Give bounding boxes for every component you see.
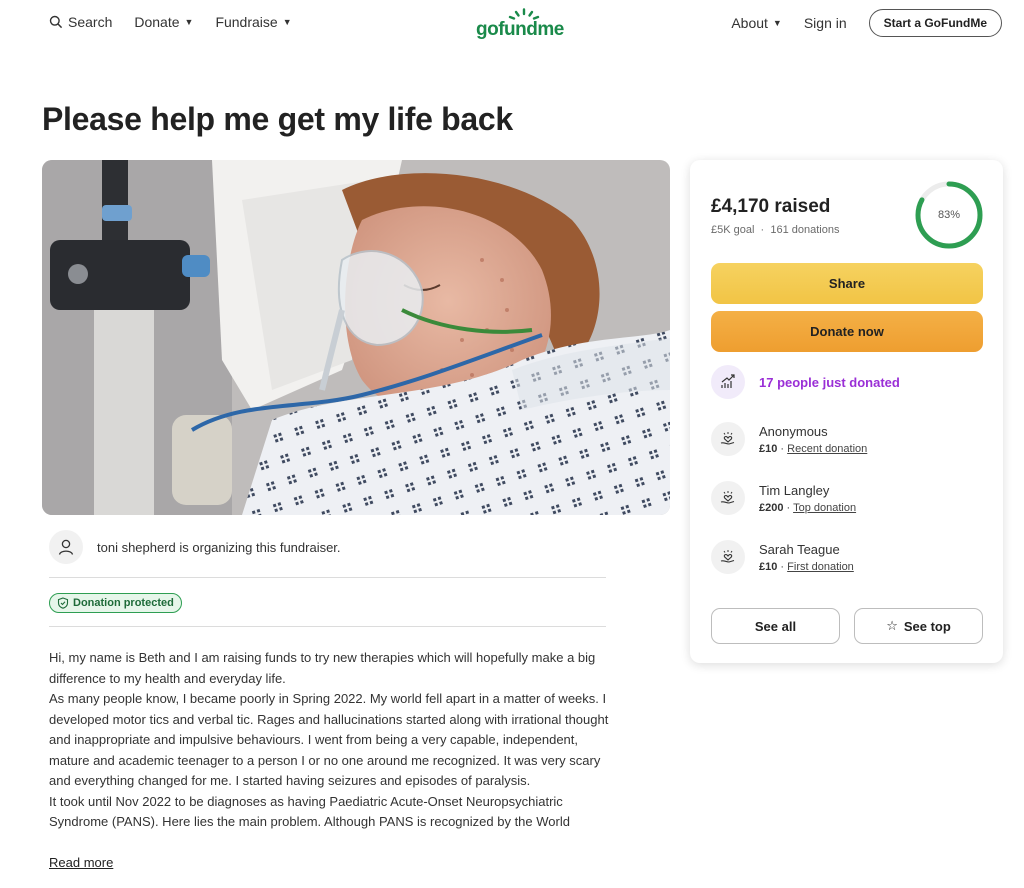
amount-raised: £4,170 raised	[711, 196, 831, 217]
donor-name: Sarah Teague	[759, 541, 840, 557]
donor-tag-link[interactable]: Recent donation	[787, 443, 867, 455]
story-paragraph: As many people know, I became poorly in …	[49, 691, 609, 788]
fundraise-menu-label: Fundraise	[215, 14, 278, 30]
sign-in-label: Sign in	[803, 15, 847, 31]
divider	[49, 577, 606, 578]
shield-icon	[57, 597, 69, 609]
avatar	[49, 530, 83, 564]
donation-card: £4,170 raised £5K goal · 161 donations 8…	[690, 160, 1003, 663]
search-link[interactable]: Search	[49, 14, 112, 30]
caret-down-icon: ▼	[772, 18, 782, 28]
sign-in-link[interactable]: Sign in	[804, 15, 847, 31]
donor-item: Anonymous £10 · Recent donation	[711, 422, 867, 456]
see-top-button[interactable]: ☆ See top	[854, 608, 983, 644]
caret-down-icon: ▼	[184, 17, 194, 27]
star-icon: ☆	[886, 618, 898, 633]
story-paragraph: It took until Nov 2022 to be diagnoses a…	[49, 793, 570, 830]
donation-heart-icon	[711, 422, 745, 456]
donation-count: 161 donations	[770, 224, 840, 236]
search-label: Search	[68, 14, 113, 30]
donor-meta: £10 · First donation	[759, 561, 854, 573]
about-menu-label: About	[731, 15, 768, 31]
donor-name: Anonymous	[759, 423, 828, 439]
story-fade-overlay	[49, 828, 609, 854]
donation-heart-icon	[711, 481, 745, 515]
organizer-row: toni shepherd is organizing this fundrai…	[49, 530, 341, 564]
see-all-button[interactable]: See all	[711, 608, 840, 644]
goal-amount: £5K goal	[711, 224, 755, 236]
progress-percent: 83%	[937, 209, 961, 221]
donor-info: Sarah Teague £10 · First donation	[759, 542, 854, 573]
donor-tag-link[interactable]: First donation	[787, 561, 854, 573]
start-gofundme-button[interactable]: Start a GoFundMe	[868, 9, 1002, 37]
donor-name: Tim Langley	[759, 482, 830, 498]
story-paragraph: Hi, my name is Beth and I am raising fun…	[49, 650, 596, 686]
gofundme-logo[interactable]: gofundme	[476, 8, 576, 40]
donor-amount: £10	[759, 442, 778, 455]
donor-info: Anonymous £10 · Recent donation	[759, 424, 867, 455]
read-more-link[interactable]: Read more	[49, 855, 113, 870]
trend-icon-wrap	[711, 365, 745, 399]
divider	[49, 626, 606, 627]
nav-left: Search Donate ▼ Fundraise ▼	[49, 14, 292, 30]
donate-menu[interactable]: Donate ▼	[134, 14, 193, 30]
organizer-text: toni shepherd is organizing this fundrai…	[97, 539, 341, 555]
donation-protected-badge[interactable]: Donation protected	[49, 593, 182, 613]
donor-info: Tim Langley £200 · Top donation	[759, 483, 856, 514]
logo-text: gofundme	[476, 19, 564, 40]
about-menu[interactable]: About ▼	[731, 15, 782, 31]
donor-item: Sarah Teague £10 · First donation	[711, 540, 854, 574]
goal-summary: £5K goal · 161 donations	[711, 224, 839, 236]
see-all-label: See all	[754, 618, 797, 634]
search-icon	[49, 15, 63, 29]
donation-heart-icon	[711, 540, 745, 574]
user-icon	[58, 539, 74, 555]
caret-down-icon: ▼	[282, 17, 292, 27]
donor-meta: £200 · Top donation	[759, 502, 856, 514]
top-navigation: Search Donate ▼ Fundraise ▼ gofundme Abo…	[0, 0, 1024, 46]
nav-right: About ▼ Sign in Start a GoFundMe	[731, 9, 1002, 37]
trending-up-icon	[721, 374, 735, 388]
separator-dot: ·	[757, 224, 768, 236]
recent-activity: 17 people just donated	[711, 365, 900, 399]
donate-now-button[interactable]: Donate now	[711, 311, 983, 352]
campaign-photo	[42, 160, 670, 515]
just-donated-text: 17 people just donated	[759, 374, 900, 390]
donate-menu-label: Donate	[134, 14, 180, 30]
share-button[interactable]: Share	[711, 263, 983, 304]
page-title: Please help me get my life back	[42, 101, 513, 137]
donor-amount: £10	[759, 560, 778, 573]
donor-tag-link[interactable]: Top donation	[793, 502, 856, 514]
donor-amount: £200	[759, 501, 784, 514]
fundraise-menu[interactable]: Fundraise ▼	[215, 14, 291, 30]
see-top-label: See top	[903, 618, 951, 634]
donor-meta: £10 · Recent donation	[759, 443, 867, 455]
story-text: Hi, my name is Beth and I am raising fun…	[49, 648, 609, 833]
donor-item: Tim Langley £200 · Top donation	[711, 481, 856, 515]
protected-label: Donation protected	[73, 597, 174, 609]
